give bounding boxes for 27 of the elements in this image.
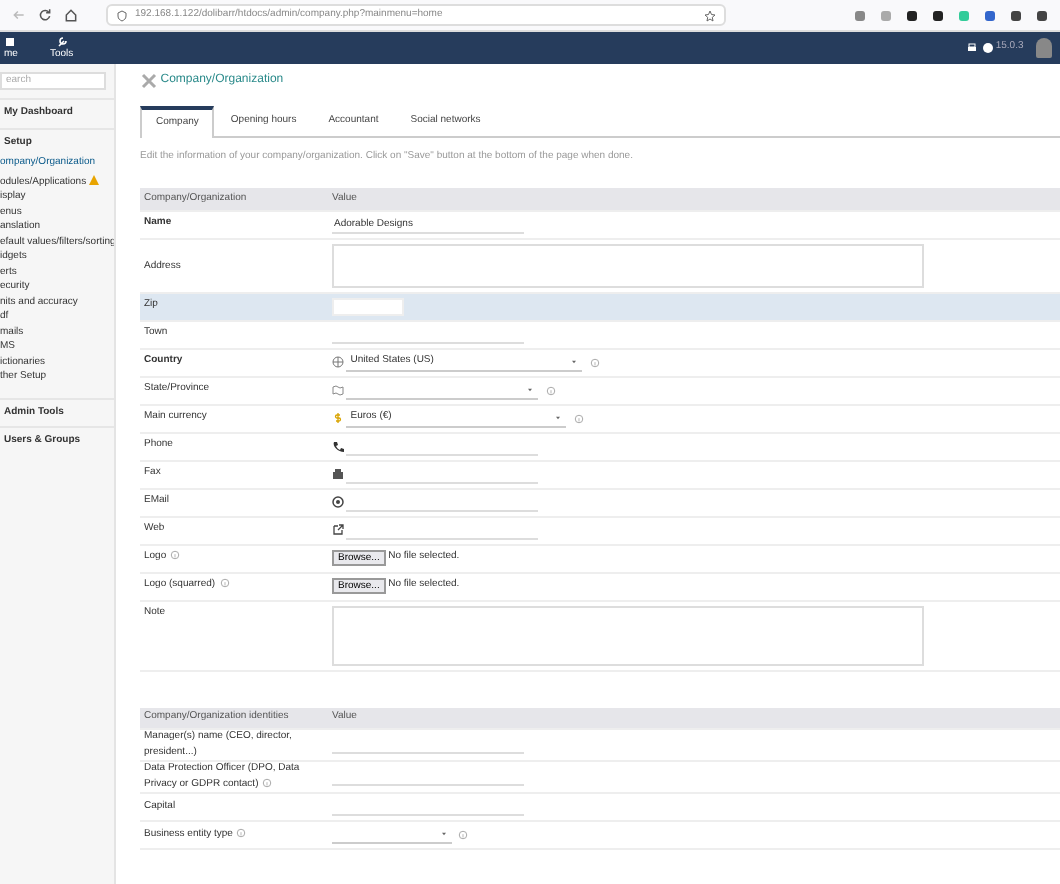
extension-icon[interactable] [1010, 9, 1022, 21]
caret-icon [440, 830, 448, 838]
warning-icon [88, 173, 101, 185]
extension-icon[interactable] [932, 9, 944, 21]
back-arrow-icon[interactable] [12, 8, 26, 22]
info-icon [573, 413, 583, 423]
extension-icon[interactable] [906, 9, 918, 21]
info-icon [545, 385, 555, 395]
printer-icon[interactable] [966, 42, 979, 54]
tools-icon [140, 72, 158, 90]
textarea-field[interactable] [332, 605, 924, 665]
wrench-icon [55, 36, 68, 49]
external-link-icon [332, 524, 344, 536]
shield-icon [115, 9, 127, 21]
info-icon [589, 357, 599, 367]
phone-icon [332, 440, 344, 452]
input-field[interactable] [332, 297, 404, 315]
fax-icon [332, 468, 344, 480]
info-icon [458, 830, 469, 840]
reload-icon[interactable] [38, 8, 52, 22]
avatar-icon[interactable] [1036, 38, 1052, 58]
star-icon[interactable] [703, 9, 715, 21]
textarea-field[interactable] [332, 243, 924, 287]
extension-icon[interactable] [1036, 9, 1048, 21]
dollar-icon [332, 412, 344, 424]
globe-icon [332, 356, 344, 368]
map-icon [332, 384, 344, 396]
